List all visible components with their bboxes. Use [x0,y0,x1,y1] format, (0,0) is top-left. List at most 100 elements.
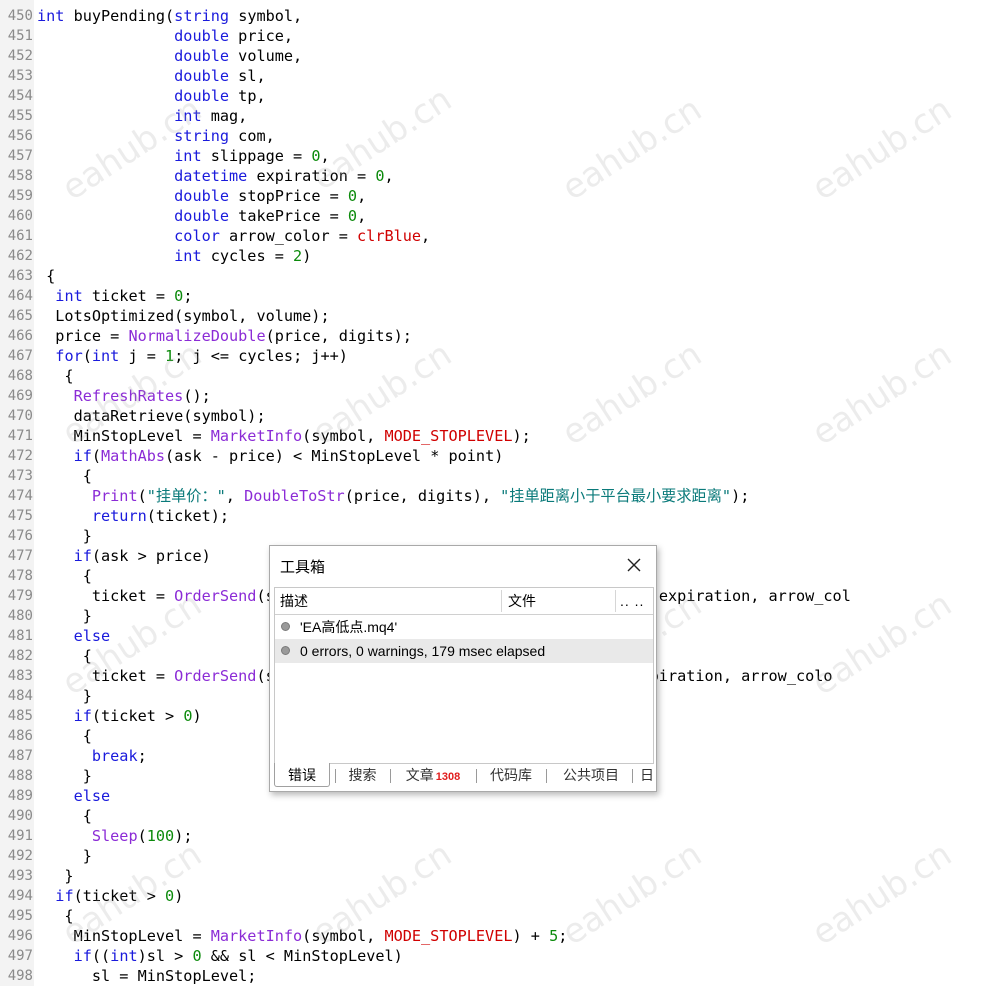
code-line[interactable]: 475 return(ticket); [0,506,1004,526]
toolbox-dialog[interactable]: 工具箱 描述 文件 .. .. 'EA高低点.mq4' 0 errors, 0 w… [269,545,657,792]
code-text[interactable]: if(MathAbs(ask - price) < MinStopLevel *… [37,446,504,466]
code-text[interactable]: { [37,646,92,666]
code-text[interactable]: MinStopLevel = MarketInfo(symbol, MODE_S… [37,426,531,446]
code-line[interactable]: 493 } [0,866,1004,886]
code-line[interactable]: 451 double price, [0,26,1004,46]
tab-4[interactable]: 公共项目 [551,763,631,787]
code-line[interactable]: 492 } [0,846,1004,866]
code-text[interactable]: } [37,766,92,786]
code-line[interactable]: 494 if(ticket > 0) [0,886,1004,906]
code-text[interactable]: if(ask > price) [37,546,211,566]
tab-5[interactable]: 日 [637,763,657,787]
code-text[interactable]: { [37,566,92,586]
code-text[interactable]: string com, [37,126,275,146]
tab-3[interactable]: 代码库 [481,763,541,787]
code-text[interactable]: } [37,866,73,886]
code-text[interactable]: { [37,726,92,746]
code-text[interactable]: { [37,466,92,486]
code-text[interactable]: { [37,906,73,926]
column-header-description[interactable]: 描述 [280,588,308,614]
code-text[interactable]: } [37,526,92,546]
code-line[interactable]: 456 string com, [0,126,1004,146]
code-text[interactable]: Print("挂单价：", DoubleToStr(price, digits)… [37,486,749,506]
code-text[interactable]: sl = MinStopLevel; [37,966,257,986]
toolbox-results-panel[interactable]: 描述 文件 .. .. 'EA高低点.mq4' 0 errors, 0 warni… [274,587,654,764]
code-line[interactable]: 452 double volume, [0,46,1004,66]
code-line[interactable]: 470 dataRetrieve(symbol); [0,406,1004,426]
code-text[interactable]: if(ticket > 0) [37,886,183,906]
tab-1[interactable]: 搜索 [340,763,385,787]
close-button[interactable] [624,555,644,575]
code-line[interactable]: 450 int buyPending(string symbol, [0,6,1004,26]
code-text[interactable]: Sleep(100); [37,826,193,846]
code-text[interactable]: MinStopLevel = MarketInfo(symbol, MODE_S… [37,926,568,946]
code-line[interactable]: 465 LotsOptimized(symbol, volume); [0,306,1004,326]
code-text[interactable]: double tp, [37,86,265,106]
code-line[interactable]: 473 { [0,466,1004,486]
code-line[interactable]: 462 int cycles = 2) [0,246,1004,266]
result-row[interactable]: 'EA高低点.mq4' [275,615,653,639]
code-text[interactable]: RefreshRates(); [37,386,211,406]
code-text[interactable]: int mag, [37,106,247,126]
code-text[interactable]: { [37,366,73,386]
result-row[interactable]: 0 errors, 0 warnings, 179 msec elapsed [275,639,653,663]
code-line[interactable]: 469 RefreshRates(); [0,386,1004,406]
code-text[interactable]: price = NormalizeDouble(price, digits); [37,326,412,346]
code-line[interactable]: 498 sl = MinStopLevel; [0,966,1004,986]
code-line[interactable]: 466 price = NormalizeDouble(price, digit… [0,326,1004,346]
code-line[interactable]: 457 int slippage = 0, [0,146,1004,166]
code-text[interactable]: } [37,686,92,706]
code-line[interactable]: 496 MinStopLevel = MarketInfo(symbol, MO… [0,926,1004,946]
code-line[interactable]: 471 MinStopLevel = MarketInfo(symbol, MO… [0,426,1004,446]
code-text[interactable]: double sl, [37,66,265,86]
code-text[interactable]: { [37,806,92,826]
code-line[interactable]: 461 color arrow_color = clrBlue, [0,226,1004,246]
code-line[interactable]: 453 double sl, [0,66,1004,86]
code-text[interactable]: dataRetrieve(symbol); [37,406,266,426]
code-text[interactable]: if(ticket > 0) [37,706,202,726]
code-text[interactable]: double stopPrice = 0, [37,186,366,206]
code-text[interactable]: { [37,266,55,286]
code-line[interactable]: 455 int mag, [0,106,1004,126]
code-text[interactable]: for(int j = 1; j <= cycles; j++) [37,346,348,366]
code-text[interactable]: } [37,606,92,626]
code-line[interactable]: 468 { [0,366,1004,386]
code-line[interactable]: 460 double takePrice = 0, [0,206,1004,226]
code-line[interactable]: 454 double tp, [0,86,1004,106]
code-text[interactable]: break; [37,746,147,766]
code-text[interactable]: int buyPending(string symbol, [37,6,302,26]
tab-2[interactable]: 文章 1308 [395,763,471,787]
code-text[interactable]: else [37,626,111,646]
code-text[interactable]: color arrow_color = clrBlue, [37,226,430,246]
code-line[interactable]: 463 { [0,266,1004,286]
code-line[interactable]: 472 if(MathAbs(ask - price) < MinStopLev… [0,446,1004,466]
code-text[interactable]: datetime expiration = 0, [37,166,393,186]
code-text[interactable]: double takePrice = 0, [37,206,366,226]
code-text[interactable]: return(ticket); [37,506,229,526]
code-line[interactable]: 467 for(int j = 1; j <= cycles; j++) [0,346,1004,366]
code-text[interactable]: if((int)sl > 0 && sl < MinStopLevel) [37,946,403,966]
code-line[interactable]: 495 { [0,906,1004,926]
code-line[interactable]: 491 Sleep(100); [0,826,1004,846]
tab-0[interactable]: 错误 [274,763,330,787]
code-line[interactable]: 490 { [0,806,1004,826]
code-text[interactable]: LotsOptimized(symbol, volume); [37,306,329,326]
code-line[interactable]: 458 datetime expiration = 0, [0,166,1004,186]
code-line[interactable]: 459 double stopPrice = 0, [0,186,1004,206]
column-header-more[interactable]: .. .. [620,588,644,614]
code-text[interactable]: int ticket = 0; [37,286,192,306]
code-text[interactable]: double price, [37,26,293,46]
column-divider[interactable] [615,590,616,612]
column-divider[interactable] [501,590,502,612]
code-line[interactable]: 497 if((int)sl > 0 && sl < MinStopLevel) [0,946,1004,966]
code-text[interactable]: double volume, [37,46,302,66]
code-line[interactable]: 464 int ticket = 0; [0,286,1004,306]
code-editor[interactable]: 450 int buyPending(string symbol, 451 doub… [0,0,1004,986]
code-line[interactable]: 474 Print("挂单价：", DoubleToStr(price, dig… [0,486,1004,506]
code-line[interactable]: 476 } [0,526,1004,546]
column-header-file[interactable]: 文件 [508,588,536,614]
code-text[interactable]: int slippage = 0, [37,146,329,166]
code-text[interactable]: else [37,786,111,806]
code-text[interactable]: int cycles = 2) [37,246,311,266]
code-text[interactable]: } [37,846,92,866]
